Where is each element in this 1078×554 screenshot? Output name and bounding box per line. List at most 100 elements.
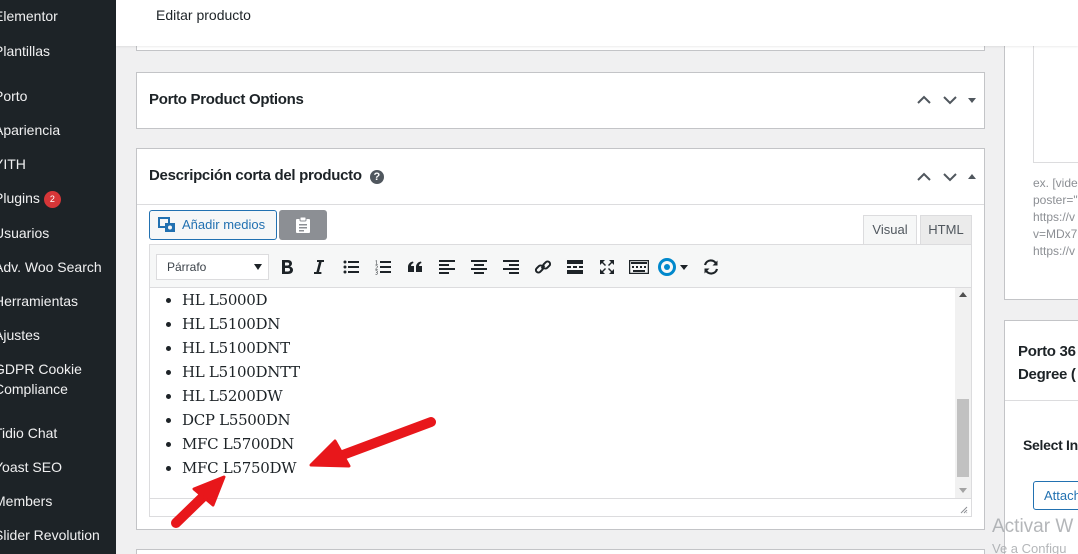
select-images-label: Select In	[1023, 437, 1078, 453]
divider	[1005, 400, 1078, 401]
sidebar-item-yith[interactable]: YITH	[0, 154, 110, 174]
postbox-next	[136, 549, 985, 554]
editor-content[interactable]: HL L5000D HL L5100DN HL L5100DNT HL L510…	[150, 288, 955, 498]
box-title-wrap: Descripción corta del producto?	[149, 167, 384, 184]
scrollbar-thumb[interactable]	[957, 399, 969, 477]
toolbar-toggle-button[interactable]	[629, 257, 649, 277]
attach-button[interactable]: Attach	[1033, 481, 1078, 510]
resize-grip-icon[interactable]	[960, 506, 968, 514]
sidebar-item-plantillas[interactable]: Plantillas	[0, 41, 110, 61]
svg-text:3: 3	[375, 270, 378, 275]
sidebar-item-usuarios[interactable]: Usuarios	[0, 223, 110, 243]
sidebar-item-label: GDPR Cookie	[0, 361, 82, 377]
sidebar-item-herramientas[interactable]: Herramientas	[0, 291, 110, 311]
keyboard-icon	[629, 260, 649, 274]
paste-clipboard-button[interactable]	[279, 210, 327, 240]
toggle-panel-icon[interactable]	[968, 96, 976, 104]
list-item: HL L5100DNT	[182, 336, 300, 360]
box-title-line: Degree (	[1018, 366, 1076, 383]
box-title: Porto 36 Degree (	[1018, 340, 1076, 386]
activation-watermark-sub: Ve a Configu	[992, 541, 1067, 554]
sidebar-item-plugins[interactable]: Plugins2	[0, 188, 110, 208]
fullscreen-icon	[600, 260, 614, 274]
scroll-down-arrow-icon[interactable]	[959, 488, 967, 493]
format-select[interactable]: Párrafo	[156, 254, 269, 280]
editor-toolbar: Párrafo 123	[150, 245, 971, 288]
update-count-badge: 2	[43, 191, 61, 208]
sidebar-item-adv-woo-search[interactable]: Adv. Woo Search	[0, 257, 110, 277]
sidebar-item-label: Slider Revolution	[0, 527, 100, 543]
chevron-up-icon[interactable]	[916, 169, 932, 185]
sidebar-item-gdpr-cookie[interactable]: GDPR Cookie	[0, 359, 110, 379]
read-more-icon	[567, 260, 583, 274]
page-title: Editar producto	[156, 7, 251, 23]
box-controls	[916, 92, 976, 108]
sidebar-item-label: Plugins	[0, 190, 40, 206]
insert-link-button[interactable]	[533, 257, 553, 277]
sidebar-item-elementor[interactable]: Elementor	[0, 6, 110, 26]
box-controls	[916, 169, 976, 185]
list-item: HL L5200DW	[182, 384, 300, 408]
quote-icon	[408, 261, 422, 272]
bullet-list-button[interactable]	[341, 257, 361, 277]
italic-icon	[314, 260, 324, 274]
sidebar-item-label: Adv. Woo Search	[0, 259, 102, 275]
sidebar-item-label: YITH	[0, 156, 26, 172]
chevron-up-icon[interactable]	[916, 92, 932, 108]
format-select-value: Párrafo	[167, 260, 207, 274]
editor-statusbar	[150, 498, 971, 516]
sidebar-item-label: Apariencia	[0, 122, 61, 138]
blockquote-button[interactable]	[405, 257, 425, 277]
sidebar-item-yoast-seo[interactable]: Yoast SEO	[0, 457, 110, 477]
list-item: DCP L5500DN	[182, 408, 300, 432]
sidebar-item-label: Members	[0, 493, 53, 509]
toggle-panel-icon[interactable]	[968, 173, 976, 181]
tab-html[interactable]: HTML	[920, 215, 972, 245]
read-more-button[interactable]	[565, 257, 585, 277]
model-list: HL L5000D HL L5100DN HL L5100DNT HL L510…	[182, 288, 300, 480]
hint-line: poster="	[1033, 193, 1078, 207]
bold-icon	[282, 260, 293, 274]
tab-visual[interactable]: Visual	[863, 215, 917, 245]
align-right-button[interactable]	[501, 257, 521, 277]
chevron-down-icon[interactable]	[942, 169, 958, 185]
sidebar-item-label: Tidio Chat	[0, 425, 58, 441]
refresh-button[interactable]	[701, 257, 721, 277]
bold-button[interactable]	[277, 257, 297, 277]
sidebar-item-slider-revolution[interactable]: Slider Revolution	[0, 525, 110, 545]
add-media-button[interactable]: Añadir medios	[149, 210, 277, 240]
short-description-box: Descripción corta del producto? Añadir m…	[136, 148, 985, 530]
align-center-icon	[471, 260, 487, 274]
italic-button[interactable]	[309, 257, 329, 277]
editor-scrollbar[interactable]	[955, 288, 971, 498]
link-icon	[534, 260, 552, 274]
sidebar-item-tidio-chat[interactable]: Tidio Chat	[0, 423, 110, 443]
align-left-button[interactable]	[437, 257, 457, 277]
help-icon[interactable]: ?	[369, 170, 384, 184]
porto-shortcode-button[interactable]	[658, 257, 690, 277]
clipboard-icon	[296, 216, 310, 233]
numbered-list-button[interactable]: 123	[373, 257, 393, 277]
chevron-down-icon[interactable]	[942, 92, 958, 108]
sidebar-item-ajustes[interactable]: Ajustes	[0, 325, 110, 345]
activation-watermark: Activar W	[992, 516, 1074, 537]
refresh-icon	[703, 259, 719, 275]
sidebar-item-label: Ajustes	[0, 327, 40, 343]
sidebar-item-gdpr-compliance[interactable]: Compliance	[0, 379, 110, 399]
video-hint: ex. [video poster=" https://v v=MDx7l ht…	[1033, 175, 1078, 260]
sidebar-item-porto[interactable]: Porto	[0, 86, 110, 106]
list-item: MFC L5750DW	[182, 456, 300, 480]
align-center-button[interactable]	[469, 257, 489, 277]
hint-line: v=MDx7l	[1033, 227, 1078, 241]
rich-text-editor: Párrafo 123 • HL L5000D • HL L5100DN • H…	[149, 244, 972, 517]
box-title: Porto Product Options	[149, 91, 304, 108]
list-item: HL L5000D	[182, 288, 300, 312]
sidebar-item-members[interactable]: Members	[0, 491, 110, 511]
admin-sidebar: Elementor Plantillas Porto Apariencia YI…	[0, 0, 116, 554]
scroll-up-arrow-icon[interactable]	[959, 292, 967, 297]
sidebar-item-label: Compliance	[0, 381, 68, 397]
bullet-list-icon	[343, 260, 359, 274]
caret-down-icon	[254, 264, 262, 270]
sidebar-item-apariencia[interactable]: Apariencia	[0, 120, 110, 140]
fullscreen-button[interactable]	[597, 257, 617, 277]
